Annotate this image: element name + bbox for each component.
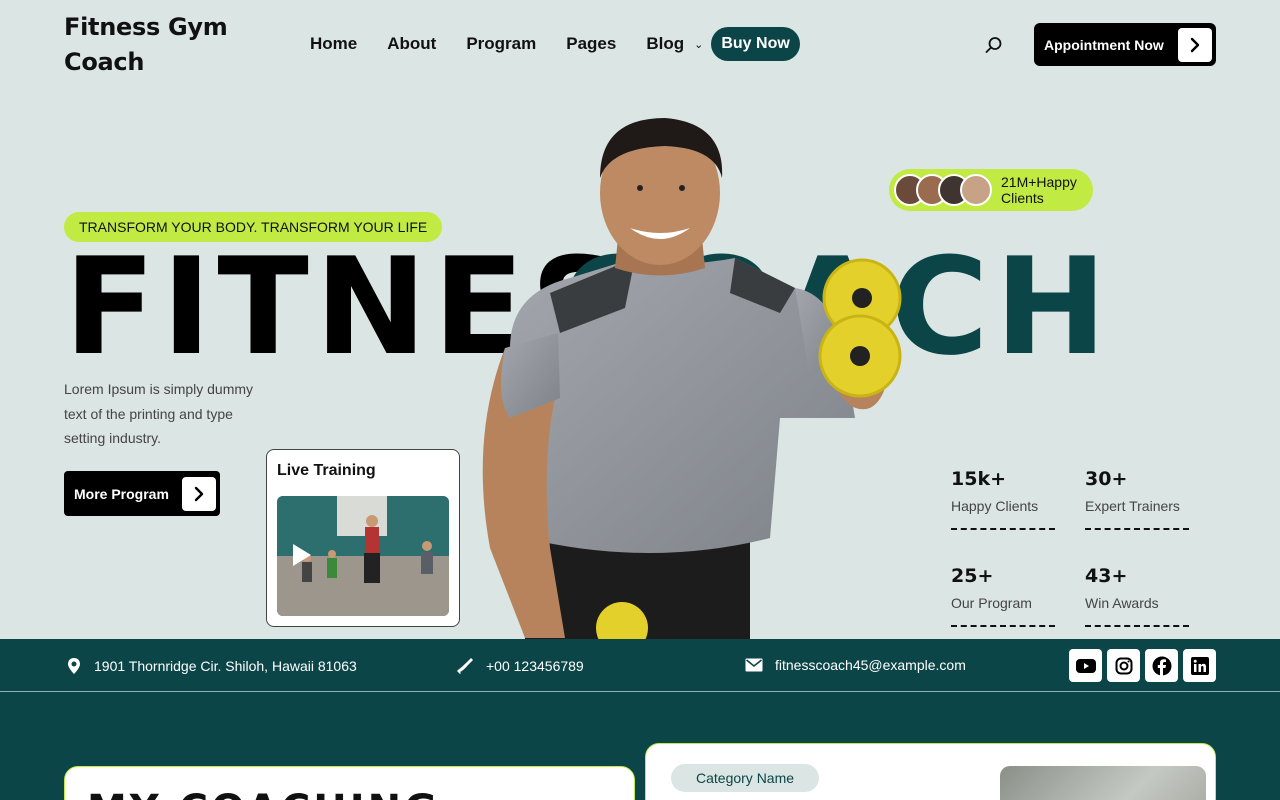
stat-our-program: 25+ Our Program [951, 565, 1056, 627]
coaching-title: MY COACHING [87, 787, 440, 800]
location-pin-icon [68, 658, 80, 674]
appointment-button[interactable]: Appointment Now [1034, 23, 1216, 66]
stat-value: 15k+ [951, 468, 1006, 490]
divider [951, 528, 1055, 530]
nav-about[interactable]: About [387, 34, 436, 54]
instagram-icon[interactable] [1107, 649, 1140, 682]
trainer-image [482, 118, 902, 639]
divider [951, 625, 1055, 627]
avatar [960, 174, 992, 206]
nav-program[interactable]: Program [466, 34, 536, 54]
stat-label: Expert Trainers [1085, 498, 1180, 514]
stat-value: 25+ [951, 565, 994, 587]
stat-expert-trainers: 30+ Expert Trainers [1085, 468, 1190, 530]
nav-blog[interactable]: Blog [646, 34, 684, 54]
category-card[interactable]: Category Name [645, 743, 1216, 800]
category-badge[interactable]: Category Name [671, 764, 820, 792]
nav-pages[interactable]: Pages [566, 34, 616, 54]
coaching-card: MY COACHING [64, 766, 635, 800]
buy-now-button[interactable]: Buy Now [711, 27, 800, 61]
site-logo[interactable]: Fitness Gym Coach [64, 10, 264, 80]
nav-home[interactable]: Home [310, 34, 357, 54]
main-nav: Home About Program Pages Blog ⌄ Buy Now [310, 27, 800, 61]
stat-label: Our Program [951, 595, 1032, 611]
happy-clients-text: 21M+Happy Clients [1001, 174, 1077, 206]
hero-description: Lorem Ipsum is simply dummy text of the … [64, 381, 254, 446]
coaching-section: MY COACHING Category Name [0, 692, 1280, 800]
youtube-icon[interactable] [1069, 649, 1102, 682]
contact-address: 1901 Thornridge Cir. Shiloh, Hawaii 8106… [66, 657, 357, 675]
search-icon[interactable] [985, 36, 1003, 54]
appointment-label: Appointment Now [1044, 36, 1164, 53]
mail-icon [745, 658, 763, 672]
stat-win-awards: 43+ Win Awards [1085, 565, 1190, 627]
stat-value: 30+ [1085, 468, 1128, 490]
more-program-button[interactable]: More Program [64, 471, 220, 516]
arrow-right-icon [182, 476, 216, 511]
phone-icon [457, 658, 473, 674]
arrow-right-icon [1178, 27, 1212, 62]
linkedin-icon[interactable] [1183, 649, 1216, 682]
divider [1085, 528, 1189, 530]
chevron-down-icon[interactable]: ⌄ [694, 38, 703, 51]
contact-bar: 1901 Thornridge Cir. Shiloh, Hawaii 8106… [0, 639, 1280, 692]
stat-happy-clients: 15k+ Happy Clients [951, 468, 1056, 530]
play-icon[interactable] [291, 542, 313, 568]
live-training-video[interactable] [277, 496, 449, 616]
contact-email[interactable]: fitnesscoach45@example.com [745, 657, 966, 673]
facebook-icon[interactable] [1145, 649, 1178, 682]
happy-clients-badge: 21M+Happy Clients [889, 169, 1093, 211]
live-training-card[interactable]: Live Training [266, 449, 460, 627]
contact-phone[interactable]: +00 123456789 [456, 657, 584, 675]
live-training-title: Live Training [277, 462, 376, 479]
more-program-label: More Program [74, 485, 169, 502]
category-image [1000, 766, 1206, 800]
stat-label: Win Awards [1085, 595, 1159, 611]
stat-label: Happy Clients [951, 498, 1039, 514]
divider [1085, 625, 1189, 627]
stat-value: 43+ [1085, 565, 1128, 587]
